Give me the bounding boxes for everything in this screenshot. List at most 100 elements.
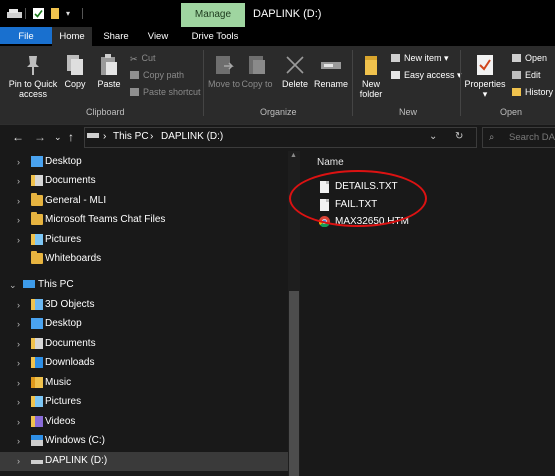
tab-manage[interactable]: Manage: [181, 3, 245, 27]
nav-item-windows-c[interactable]: › Windows (C:): [0, 432, 288, 451]
nav-item-documents-pc[interactable]: › Documents: [0, 335, 288, 354]
scrollbar-thumb[interactable]: [289, 291, 299, 476]
properties-button[interactable]: Properties ▾: [462, 54, 508, 99]
column-header-name[interactable]: Name: [317, 157, 344, 168]
explorer-icon: [7, 8, 22, 19]
breadcrumb-separator-icon[interactable]: ›: [103, 131, 106, 142]
copy-button[interactable]: Copy: [62, 54, 88, 89]
scroll-up-icon[interactable]: ▲: [290, 152, 297, 159]
expand-chevron-icon[interactable]: ›: [17, 176, 20, 186]
forward-arrow-icon[interactable]: →: [34, 130, 46, 144]
nav-item-label: Desktop: [45, 156, 82, 167]
expand-chevron-icon[interactable]: ›: [17, 339, 20, 349]
rename-label: Rename: [313, 79, 349, 89]
back-arrow-icon[interactable]: ←: [12, 130, 24, 144]
expand-chevron-icon[interactable]: ›: [17, 436, 20, 446]
expand-chevron-icon[interactable]: ›: [17, 215, 20, 225]
expand-chevron-icon[interactable]: ›: [17, 235, 20, 245]
file-list-pane[interactable]: Name DETAILS.TXT FAIL.TXT MAX32650.HTM: [289, 151, 555, 476]
nav-item-documents[interactable]: › Documents: [0, 172, 288, 191]
open-button[interactable]: Open: [512, 53, 547, 63]
nav-item-desktop[interactable]: › Desktop: [0, 153, 288, 172]
tab-home[interactable]: Home: [52, 27, 92, 46]
copy-to-button[interactable]: Copy to: [241, 54, 273, 89]
documents-icon: [31, 175, 43, 186]
nav-item-desktop-pc[interactable]: › Desktop: [0, 315, 288, 334]
easy-access-label: Easy access: [404, 70, 455, 80]
nav-item-downloads[interactable]: › Downloads: [0, 354, 288, 373]
expand-chevron-icon[interactable]: ›: [17, 358, 20, 368]
nav-item-label: DAPLINK (D:): [45, 455, 108, 466]
expand-chevron-icon[interactable]: ›: [17, 319, 20, 329]
tab-file[interactable]: File: [0, 27, 52, 44]
new-folder-icon[interactable]: [51, 8, 59, 19]
properties-check-icon: [476, 54, 494, 76]
new-group-label: New: [399, 107, 418, 117]
pin-icon: [23, 54, 43, 76]
paste-shortcut-label: Paste shortcut: [143, 87, 201, 97]
documents-icon: [31, 338, 43, 349]
copy-path-button[interactable]: Copy path: [130, 70, 184, 80]
expand-chevron-icon[interactable]: ›: [17, 456, 20, 466]
address-bar[interactable]: › This PC › DAPLINK (D:) ⌄ ↻: [84, 127, 477, 148]
search-icon: ⌕: [489, 132, 495, 143]
nav-item-label: Whiteboards: [45, 253, 102, 264]
nav-item-videos[interactable]: › Videos: [0, 413, 288, 432]
navigation-pane[interactable]: › Desktop › Documents › General - MLI › …: [0, 151, 300, 476]
nav-item-music[interactable]: › Music: [0, 374, 288, 393]
easy-access-button[interactable]: Easy access ▾: [391, 70, 462, 80]
history-label: History: [525, 87, 554, 97]
properties-check-icon[interactable]: [33, 8, 44, 19]
nav-item-teams-chat-files[interactable]: › Microsoft Teams Chat Files: [0, 211, 288, 230]
history-button[interactable]: History: [512, 87, 553, 97]
expand-chevron-icon[interactable]: ›: [17, 378, 20, 388]
search-input[interactable]: Search DA: [509, 132, 555, 143]
tab-drive-tools[interactable]: Drive Tools: [185, 27, 245, 46]
edit-button[interactable]: Edit: [512, 70, 541, 80]
breadcrumb-separator-icon[interactable]: ›: [150, 131, 153, 142]
refresh-icon[interactable]: ↻: [455, 131, 463, 142]
window-title: DAPLINK (D:): [253, 8, 322, 20]
rename-button[interactable]: Rename: [312, 54, 350, 89]
nav-item-this-pc[interactable]: ⌄ This PC: [0, 276, 288, 295]
move-to-button[interactable]: Move to: [207, 54, 241, 89]
expand-chevron-icon[interactable]: ›: [17, 397, 20, 407]
new-folder-button[interactable]: New folder: [354, 54, 388, 99]
nav-item-label: This PC: [38, 279, 74, 290]
search-box[interactable]: ⌕ Search DA: [482, 127, 555, 148]
pin-to-quick-access-button[interactable]: Pin to Quick access: [4, 54, 62, 99]
breadcrumb-this-pc[interactable]: This PC: [113, 131, 149, 142]
annotation-oval: [289, 170, 427, 227]
nav-item-daplink-d[interactable]: › DAPLINK (D:): [0, 452, 288, 471]
recent-locations-chevron-icon[interactable]: ⌄: [54, 132, 62, 143]
paste-button[interactable]: Paste: [94, 54, 124, 89]
nav-item-whiteboards[interactable]: Whiteboards: [0, 250, 288, 269]
cut-label: Cut: [141, 53, 156, 63]
copy-label: Copy: [64, 79, 86, 89]
nav-item-pictures[interactable]: › Pictures: [0, 231, 288, 250]
address-dropdown-icon[interactable]: ⌄: [429, 131, 437, 142]
collapse-chevron-icon[interactable]: ⌄: [9, 280, 17, 291]
delete-button[interactable]: Delete: [278, 54, 312, 89]
nav-item-3d-objects[interactable]: › 3D Objects: [0, 296, 288, 315]
paste-shortcut-icon: [130, 88, 139, 96]
group-divider: [203, 50, 204, 116]
nav-item-pictures-pc[interactable]: › Pictures: [0, 393, 288, 412]
new-item-button[interactable]: New item ▾: [391, 53, 449, 63]
expand-chevron-icon[interactable]: ›: [17, 417, 20, 427]
3d-objects-icon: [31, 299, 43, 310]
up-arrow-icon[interactable]: ↑: [68, 130, 74, 144]
qat-dropdown-icon[interactable]: ▾: [66, 8, 73, 19]
properties-label: Properties: [464, 79, 506, 89]
new-folder-icon: [364, 54, 378, 76]
divider-icon: [25, 8, 26, 19]
cut-button[interactable]: ✂ Cut: [130, 53, 156, 64]
expand-chevron-icon[interactable]: ›: [17, 196, 20, 206]
tab-share[interactable]: Share: [97, 27, 135, 46]
expand-chevron-icon[interactable]: ›: [17, 157, 20, 167]
breadcrumb-daplink[interactable]: DAPLINK (D:): [161, 131, 223, 142]
paste-shortcut-button[interactable]: Paste shortcut: [130, 87, 201, 97]
expand-chevron-icon[interactable]: ›: [17, 300, 20, 310]
tab-view[interactable]: View: [140, 27, 176, 46]
nav-item-general-mli[interactable]: › General - MLI: [0, 192, 288, 211]
